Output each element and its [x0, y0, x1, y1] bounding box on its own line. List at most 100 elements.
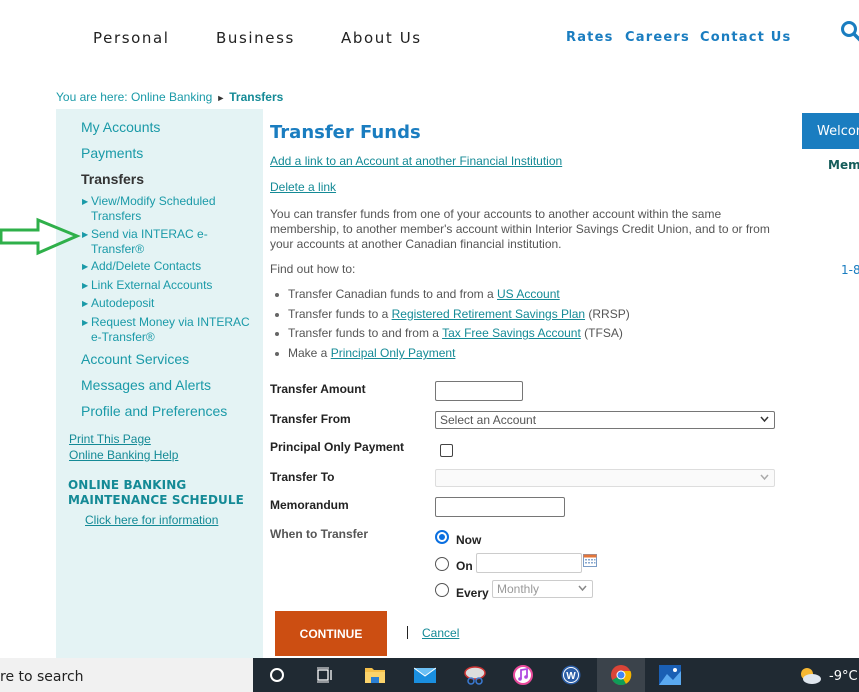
itunes-icon[interactable]	[499, 658, 547, 692]
radio-now-label: Now	[456, 533, 482, 547]
breadcrumb-separator: ►	[216, 93, 226, 103]
sidebar: My Accounts Payments Transfers ▶ View/Mod…	[56, 109, 263, 669]
sidebar-subitem-label: View/Modify Scheduled	[91, 194, 216, 208]
chrome-icon[interactable]	[597, 658, 645, 692]
sidebar-subitem-view-modify-scheduled[interactable]: ▶ View/Modify Scheduled Transfers	[82, 194, 257, 223]
sidebar-item-transfers[interactable]: Transfers	[81, 171, 144, 187]
every-frequency-select[interactable]: Monthly	[492, 580, 593, 598]
page-title: Transfer Funds	[270, 122, 421, 143]
sidebar-item-profile-preferences[interactable]: Profile and Preferences	[81, 403, 227, 419]
taskbar-search[interactable]: re to search	[0, 658, 253, 692]
sidebar-subitem-label-cont: Transfer®	[91, 242, 145, 256]
task-view-icon[interactable]	[301, 658, 349, 692]
tfsa-link[interactable]: Tax Free Savings Account	[442, 326, 581, 340]
transfer-to-select[interactable]	[435, 469, 775, 487]
sidebar-subitem-label: Send via INTERAC e-	[91, 227, 208, 241]
on-date-input[interactable]	[476, 553, 582, 573]
principal-only-checkbox[interactable]	[440, 444, 453, 457]
sidebar-subitem-label: Request Money via INTERAC	[91, 315, 250, 329]
nav-about-us[interactable]: About Us	[341, 29, 422, 47]
photos-icon[interactable]	[646, 658, 694, 692]
sidebar-subitem-add-delete-contacts[interactable]: ▶ Add/Delete Contacts	[82, 259, 257, 274]
calendar-icon[interactable]	[583, 554, 597, 567]
maintenance-info-link[interactable]: Click here for information	[85, 513, 218, 527]
sidebar-subitem-label-cont: Transfers	[91, 209, 142, 223]
principal-only-label: Principal Only Payment	[270, 440, 405, 454]
breadcrumb-online-banking[interactable]: You are here: Online Banking	[56, 90, 212, 104]
us-account-link[interactable]: US Account	[497, 287, 560, 301]
mail-icon[interactable]	[401, 658, 449, 692]
sidebar-subitem-label: Autodeposit	[91, 296, 155, 310]
triangle-right-icon: ▶	[82, 197, 89, 206]
howto-item: Make a Principal Only Payment	[272, 346, 630, 366]
maintenance-heading-line1: ONLINE BANKING	[68, 478, 187, 492]
cancel-link[interactable]: Cancel	[422, 626, 459, 640]
triangle-right-icon: ▶	[82, 262, 89, 271]
search-icon[interactable]	[840, 20, 859, 44]
when-to-transfer-label: When to Transfer	[270, 527, 369, 541]
phone-number[interactable]: 1-8	[841, 263, 859, 277]
transfer-amount-label: Transfer Amount	[270, 382, 366, 396]
rrsp-link[interactable]: Registered Retirement Savings Plan	[392, 307, 585, 321]
annotation-arrow-icon	[0, 217, 81, 256]
print-page-link[interactable]: Print This Page	[69, 432, 151, 446]
radio-on-label: On	[456, 559, 473, 573]
breadcrumb: You are here: Online Banking ► Transfers	[56, 90, 283, 104]
member-label: Member	[828, 158, 859, 172]
nav-rates[interactable]: Rates	[566, 30, 614, 45]
intro-text: You can transfer funds from one of your …	[270, 207, 770, 251]
cortana-icon[interactable]	[253, 658, 301, 692]
principal-payment-link[interactable]: Principal Only Payment	[331, 346, 456, 360]
howto-list: Transfer Canadian funds to and from a US…	[272, 287, 630, 366]
sidebar-subitem-send-interac[interactable]: ▶ Send via INTERAC e- Transfer®	[82, 227, 257, 256]
sidebar-subitem-link-external-accounts[interactable]: ▶ Link External Accounts	[82, 278, 257, 293]
sidebar-item-messages-alerts[interactable]: Messages and Alerts	[81, 377, 211, 393]
transfer-from-label: Transfer From	[270, 412, 351, 426]
radio-every-label: Every	[456, 586, 489, 600]
nav-business[interactable]: Business	[216, 29, 295, 47]
transfer-from-select[interactable]: Select an Account	[435, 411, 775, 429]
online-banking-help-link[interactable]: Online Banking Help	[69, 448, 178, 462]
sidebar-item-payments[interactable]: Payments	[81, 145, 143, 161]
top-navigation: Personal Business About Us Rates Careers…	[0, 0, 859, 80]
svg-text:W: W	[566, 671, 576, 682]
continue-button[interactable]: CONTINUE	[275, 611, 387, 656]
transfer-amount-input[interactable]	[435, 381, 523, 401]
howto-item: Transfer funds to a Registered Retiremen…	[272, 307, 630, 327]
sidebar-item-my-accounts[interactable]: My Accounts	[81, 119, 160, 135]
wps-icon[interactable]: W	[547, 658, 595, 692]
welcome-banner: Welcome	[802, 113, 859, 149]
howto-text: Transfer funds to and from a	[288, 326, 443, 341]
nav-careers[interactable]: Careers	[625, 30, 690, 45]
howto-text: Make a	[288, 346, 331, 361]
radio-now[interactable]	[435, 530, 449, 544]
sidebar-subitem-autodeposit[interactable]: ▶ Autodeposit	[82, 296, 257, 311]
button-divider	[407, 626, 408, 639]
triangle-right-icon: ▶	[82, 281, 89, 290]
chevron-down-icon	[760, 474, 769, 481]
add-external-link[interactable]: Add a link to an Account at another Fina…	[270, 154, 562, 168]
radio-every[interactable]	[435, 583, 449, 597]
maintenance-schedule-heading: ONLINE BANKING MAINTENANCE SCHEDULE	[68, 478, 244, 508]
chevron-down-icon	[578, 585, 587, 592]
taskbar: re to search W -9°C	[0, 658, 859, 692]
memorandum-label: Memorandum	[270, 498, 349, 512]
sidebar-subitem-label: Add/Delete Contacts	[91, 259, 202, 273]
chevron-down-icon	[760, 416, 769, 423]
file-explorer-icon[interactable]	[351, 658, 399, 692]
snipping-tool-icon[interactable]	[451, 658, 499, 692]
radio-on[interactable]	[435, 557, 449, 571]
sidebar-item-account-services[interactable]: Account Services	[81, 351, 189, 367]
sidebar-subitem-request-money[interactable]: ▶ Request Money via INTERAC e-Transfer®	[82, 315, 257, 344]
howto-item: Transfer Canadian funds to and from a US…	[272, 287, 630, 307]
howto-text: Transfer funds to a	[288, 306, 392, 321]
transfer-from-value: Select an Account	[440, 413, 537, 427]
delete-link[interactable]: Delete a link	[270, 180, 336, 194]
nav-contact-us[interactable]: Contact Us	[700, 30, 791, 45]
nav-personal[interactable]: Personal	[93, 29, 170, 47]
weather-cloud-sun-icon[interactable]	[798, 666, 822, 684]
memorandum-input[interactable]	[435, 497, 565, 517]
find-out-heading: Find out how to:	[270, 262, 356, 276]
howto-suffix: (RRSP)	[585, 306, 630, 321]
weather-temperature[interactable]: -9°C	[829, 669, 858, 684]
